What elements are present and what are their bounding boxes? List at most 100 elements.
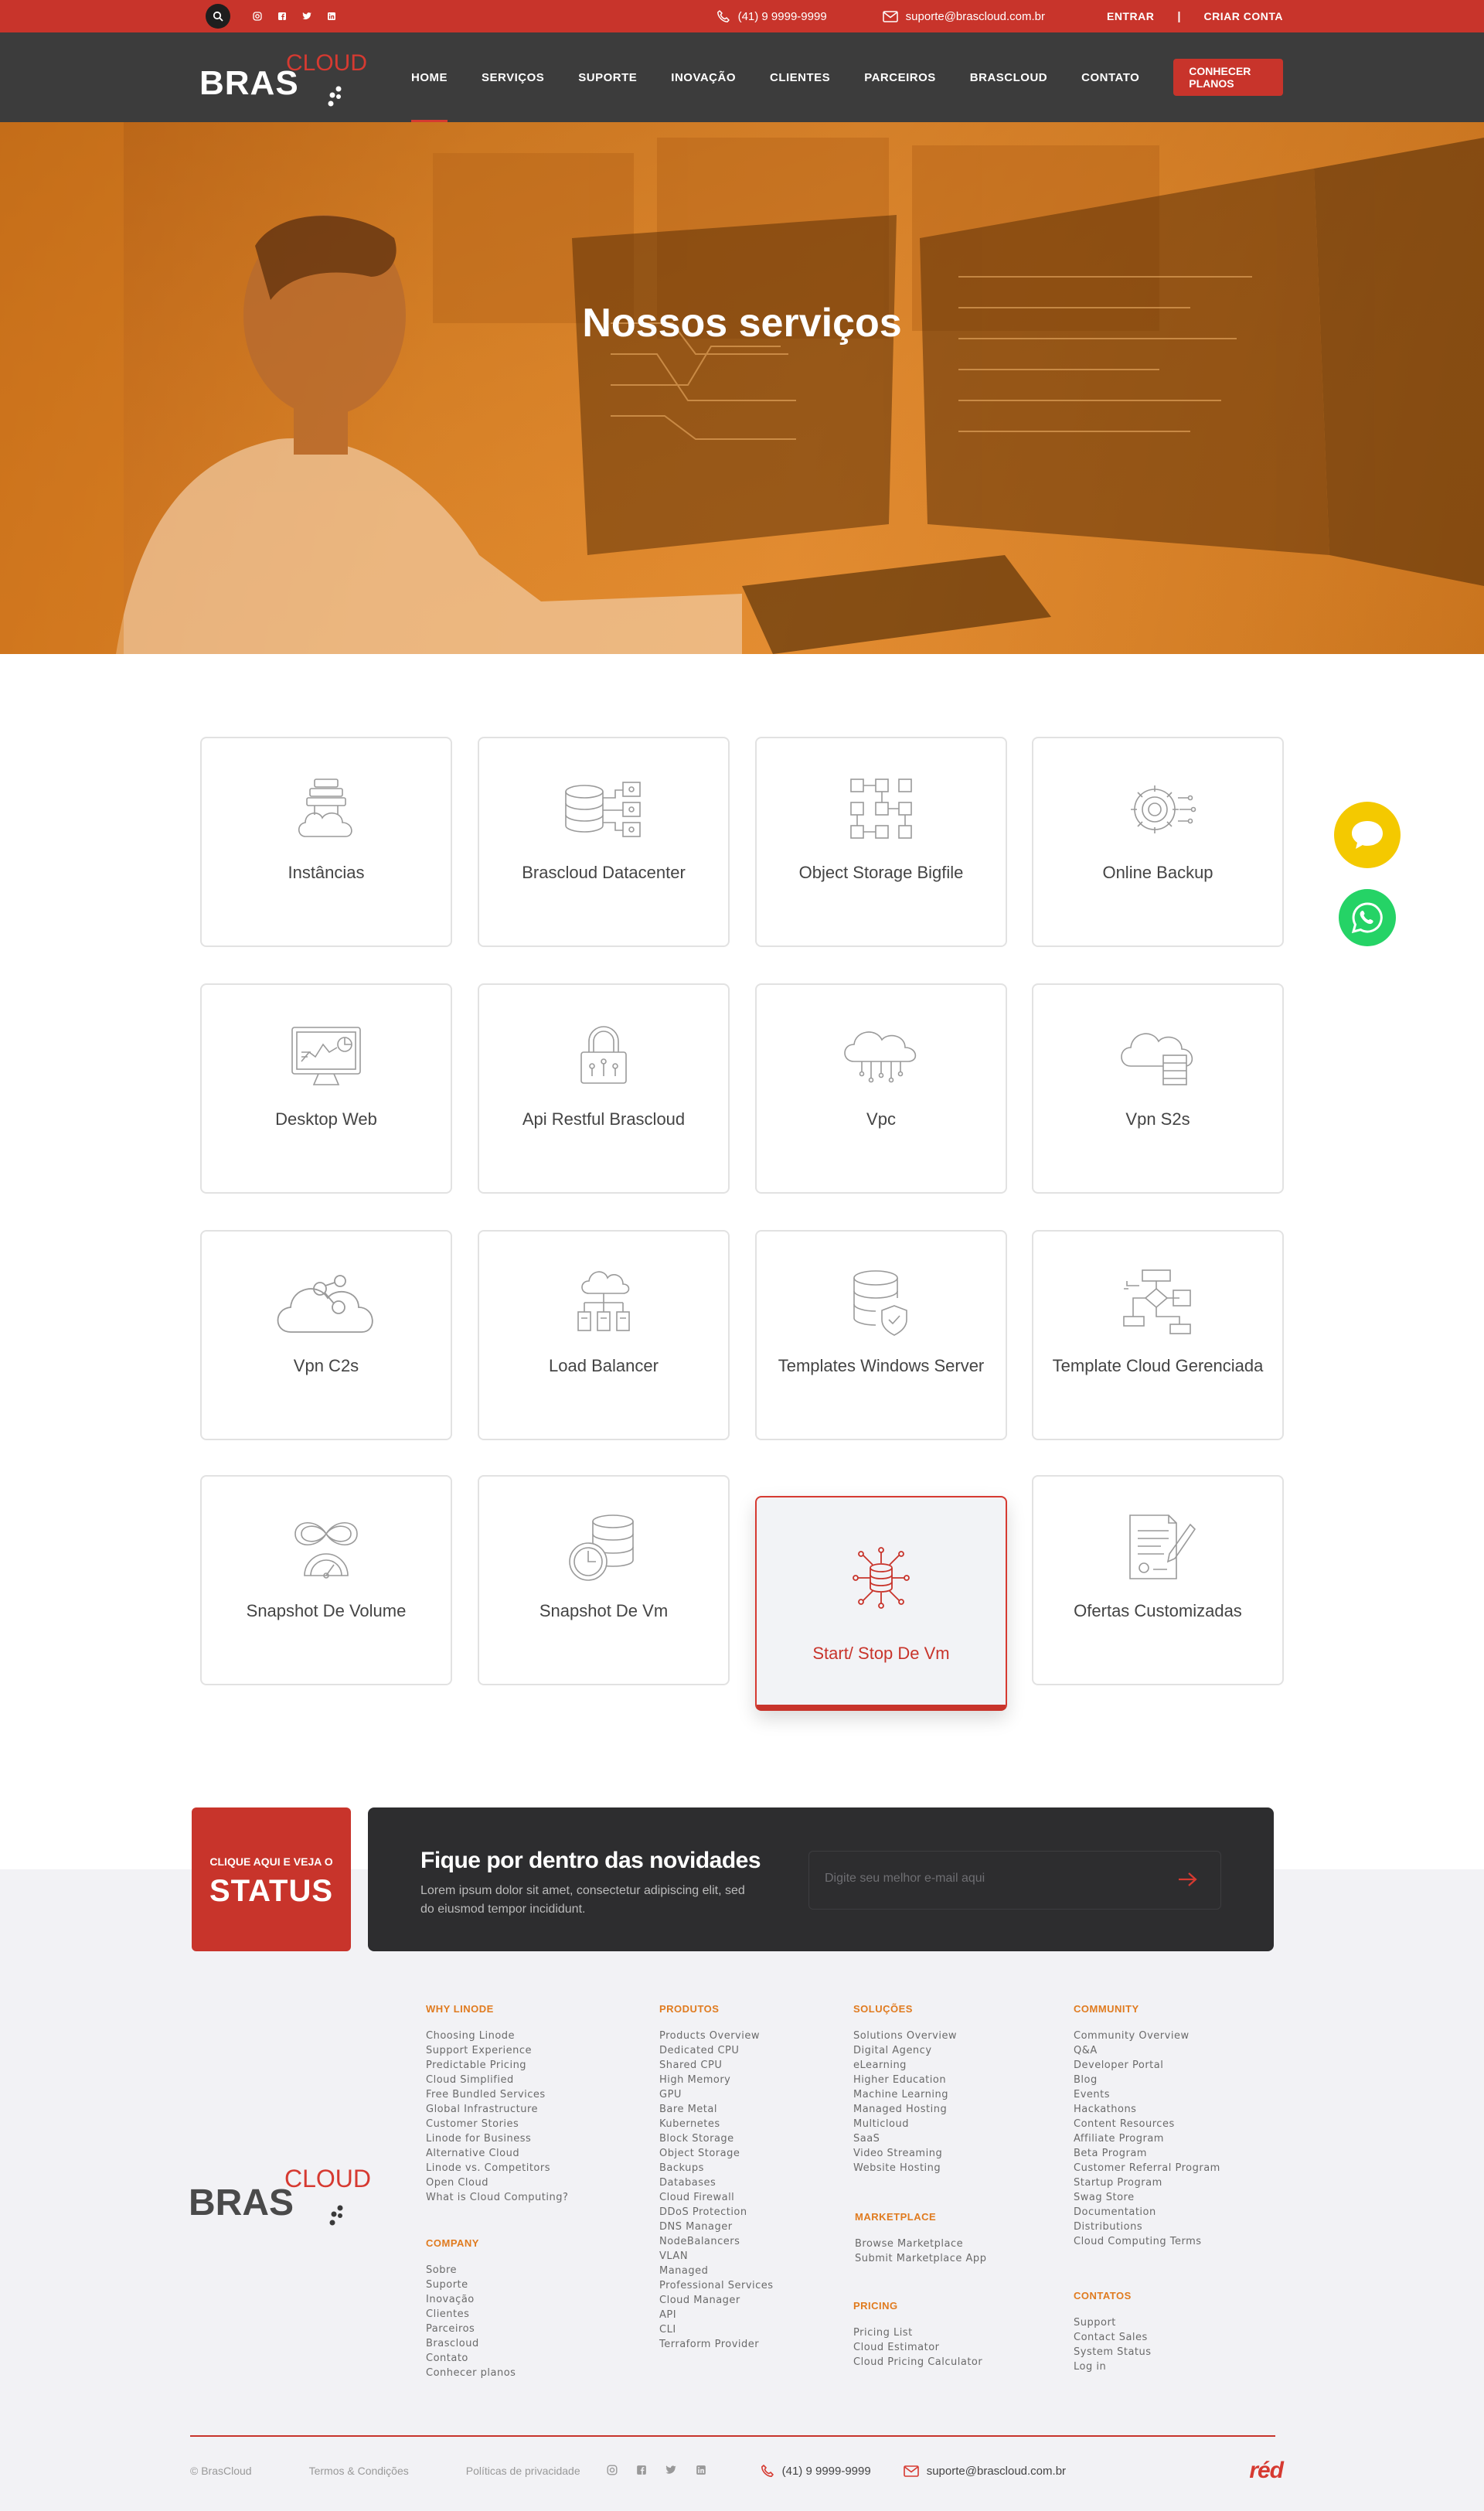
signup-link[interactable]: CRIAR CONTA [1204, 10, 1283, 22]
linkedin-icon[interactable] [326, 11, 337, 22]
footer-link[interactable]: Cloud Computing Terms [1074, 2234, 1220, 2249]
footer-link[interactable]: Distributions [1074, 2220, 1220, 2234]
footer-link[interactable]: Cloud Estimator [853, 2340, 982, 2355]
footer-link[interactable]: Shared CPU [659, 2058, 774, 2073]
service-card-brascloud-datacenter[interactable]: Brascloud Datacenter [478, 737, 730, 947]
conhecer-planos-button[interactable]: CONHECER PLANOS [1173, 59, 1283, 96]
footer-link[interactable]: Object Storage [659, 2146, 774, 2161]
service-card-desktop-web[interactable]: Desktop Web [200, 983, 452, 1194]
footer-link[interactable]: Global Infrastructure [426, 2102, 568, 2117]
footer-link[interactable]: SaaS [853, 2131, 957, 2146]
footer-link[interactable]: Alternative Cloud [426, 2146, 568, 2161]
footer-link[interactable]: Events [1074, 2087, 1220, 2102]
footer-link[interactable]: Professional Services [659, 2278, 774, 2293]
service-card-start-stop-vm[interactable]: Start/ Stop De Vm [755, 1496, 1007, 1711]
arrow-right-icon[interactable] [1177, 1872, 1197, 1887]
footer-link[interactable]: Beta Program [1074, 2146, 1220, 2161]
nav-suporte[interactable]: SUPORTE [578, 32, 637, 122]
footer-link[interactable]: Higher Education [853, 2073, 957, 2087]
footer-link[interactable]: Free Bundled Services [426, 2087, 568, 2102]
footer-link[interactable]: Startup Program [1074, 2175, 1220, 2190]
footer-link[interactable]: DDoS Protection [659, 2205, 774, 2220]
footer-link[interactable]: Kubernetes [659, 2117, 774, 2131]
newsletter-email-input[interactable] [825, 1872, 1149, 1886]
service-card-template-cloud[interactable]: Template Cloud Gerenciada [1032, 1230, 1284, 1440]
footer-link[interactable]: Block Storage [659, 2131, 774, 2146]
topbar-email[interactable]: suporte@brascloud.com.br [882, 10, 1045, 23]
nav-contato[interactable]: CONTATO [1081, 32, 1139, 122]
footer-link[interactable]: Dedicated CPU [659, 2043, 774, 2058]
service-card-ofertas-customizadas[interactable]: Ofertas Customizadas [1032, 1475, 1284, 1685]
instagram-icon[interactable] [607, 2464, 618, 2478]
footer-link[interactable]: Cloud Pricing Calculator [853, 2355, 982, 2370]
footer-link[interactable]: Backups [659, 2161, 774, 2175]
footer-link[interactable]: Inovação [426, 2292, 516, 2307]
chat-button[interactable] [1334, 802, 1401, 868]
footer-link[interactable]: Digital Agency [853, 2043, 957, 2058]
footer-link[interactable]: GPU [659, 2087, 774, 2102]
status-button[interactable]: CLIQUE AQUI E VEJA O STATUS [192, 1807, 351, 1951]
service-card-vpn-c2s[interactable]: Vpn C2s [200, 1230, 452, 1440]
facebook-icon[interactable] [636, 2465, 647, 2478]
topbar-phone[interactable]: (41) 9 9999-9999 [716, 9, 827, 23]
whatsapp-button[interactable] [1339, 889, 1396, 946]
footer-link[interactable]: eLearning [853, 2058, 957, 2073]
nav-inovacao[interactable]: INOVAÇÃO [671, 32, 736, 122]
nav-brascloud[interactable]: BRASCLOUD [970, 32, 1047, 122]
service-card-snapshot-volume[interactable]: Snapshot De Volume [200, 1475, 452, 1685]
facebook-icon[interactable] [277, 11, 288, 22]
footer-link[interactable]: Support [1074, 2315, 1152, 2330]
nav-parceiros[interactable]: PARCEIROS [864, 32, 936, 122]
footer-email[interactable]: suporte@brascloud.com.br [903, 2465, 1066, 2478]
footer-link[interactable]: Machine Learning [853, 2087, 957, 2102]
footer-link[interactable]: Clientes [426, 2307, 516, 2322]
footer-link[interactable]: Contact Sales [1074, 2330, 1152, 2345]
footer-link[interactable]: Databases [659, 2175, 774, 2190]
footer-link[interactable]: Suporte [426, 2278, 516, 2292]
footer-link[interactable]: Browse Marketplace [855, 2237, 986, 2251]
footer-link[interactable]: Contato [426, 2351, 516, 2366]
twitter-icon[interactable] [665, 2465, 677, 2478]
service-card-load-balancer[interactable]: Load Balancer [478, 1230, 730, 1440]
footer-link[interactable]: High Memory [659, 2073, 774, 2087]
nav-clientes[interactable]: CLIENTES [770, 32, 830, 122]
service-card-online-backup[interactable]: Online Backup [1032, 737, 1284, 947]
footer-link[interactable]: Open Cloud [426, 2175, 568, 2190]
footer-link[interactable]: What is Cloud Computing? [426, 2190, 568, 2205]
service-card-api-restful[interactable]: Api Restful Brascloud [478, 983, 730, 1194]
footer-link[interactable]: Content Resources [1074, 2117, 1220, 2131]
footer-link[interactable]: Bare Metal [659, 2102, 774, 2117]
footer-link[interactable]: Multicloud [853, 2117, 957, 2131]
service-card-vpn-s2s[interactable]: Vpn S2s [1032, 983, 1284, 1194]
footer-link[interactable]: Cloud Manager [659, 2293, 774, 2308]
service-card-object-storage[interactable]: Object Storage Bigfile [755, 737, 1007, 947]
footer-link[interactable]: API [659, 2308, 774, 2322]
footer-link[interactable]: Blog [1074, 2073, 1220, 2087]
footer-link[interactable]: DNS Manager [659, 2220, 774, 2234]
twitter-icon[interactable] [301, 11, 312, 22]
footer-link[interactable]: Customer Stories [426, 2117, 568, 2131]
footer-link[interactable]: Submit Marketplace App [855, 2251, 986, 2266]
footer-link[interactable]: Parceiros [426, 2322, 516, 2336]
red-agency-logo[interactable]: réd [1249, 2458, 1284, 2484]
footer-link[interactable]: Linode for Business [426, 2131, 568, 2146]
footer-link[interactable]: Terraform Provider [659, 2337, 774, 2352]
footer-link[interactable]: Affiliate Program [1074, 2131, 1220, 2146]
footer-link[interactable]: Pricing List [853, 2325, 982, 2340]
footer-link[interactable]: Website Hosting [853, 2161, 957, 2175]
login-link[interactable]: ENTRAR [1107, 10, 1154, 22]
footer-link[interactable]: Log in [1074, 2359, 1152, 2374]
footer-link[interactable]: CLI [659, 2322, 774, 2337]
footer-link[interactable]: Products Overview [659, 2029, 774, 2043]
nav-home[interactable]: HOME [411, 32, 448, 122]
footer-link[interactable]: Solutions Overview [853, 2029, 957, 2043]
nav-servicos[interactable]: SERVIÇOS [482, 32, 544, 122]
footer-link[interactable]: Managed [659, 2264, 774, 2278]
service-card-instancias[interactable]: Instâncias [200, 737, 452, 947]
footer-link[interactable]: Hackathons [1074, 2102, 1220, 2117]
footer-link[interactable]: Cloud Firewall [659, 2190, 774, 2205]
footer-link[interactable]: Managed Hosting [853, 2102, 957, 2117]
brand-logo[interactable]: BRAS CLOUD [199, 50, 367, 107]
footer-link[interactable]: Support Experience [426, 2043, 568, 2058]
privacy-link[interactable]: Políticas de privacidade [466, 2465, 580, 2477]
